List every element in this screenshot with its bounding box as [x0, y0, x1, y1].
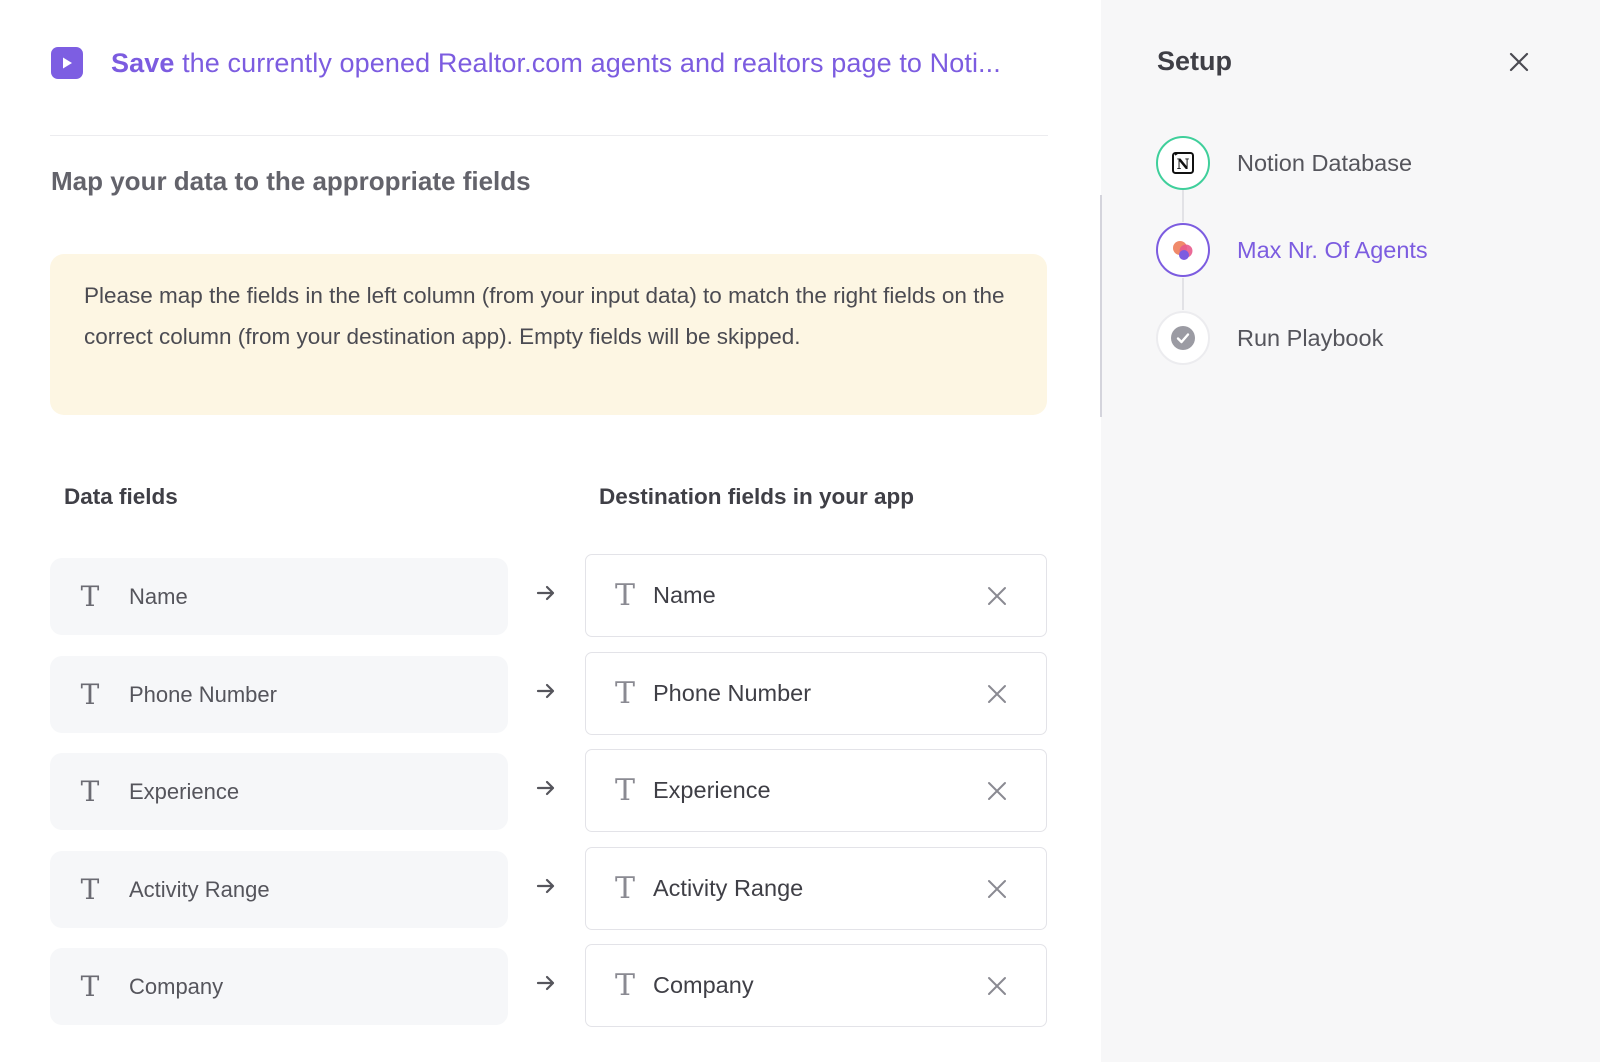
destination-field[interactable]: T Company — [585, 944, 1047, 1027]
notion-icon: N — [1156, 136, 1210, 190]
sidebar-divider — [1100, 195, 1102, 417]
source-field: T Activity Range — [50, 851, 508, 928]
step-label: Run Playbook — [1237, 324, 1384, 351]
destination-field[interactable]: T Phone Number — [585, 652, 1047, 735]
text-type-icon: T — [80, 775, 100, 808]
destination-field-label: Name — [653, 582, 716, 608]
source-field: T Company — [50, 948, 508, 1025]
input-icon — [1156, 223, 1210, 277]
text-type-icon: T — [80, 580, 100, 613]
main-panel: Save the currently opened Realtor.com ag… — [0, 0, 1101, 1062]
setup-title: Setup — [1157, 46, 1233, 76]
mapping-row: T Phone Number T Phone Number — [0, 652, 1101, 736]
destination-field[interactable]: T Experience — [585, 749, 1047, 832]
arrow-right-icon — [536, 780, 555, 796]
svg-text:N: N — [1177, 157, 1190, 173]
destination-field-label: Activity Range — [653, 875, 804, 901]
arrow-right-icon — [536, 975, 555, 991]
destination-field[interactable]: T Name — [585, 554, 1047, 637]
mapping-row: T Experience T Experience — [0, 749, 1101, 833]
source-field: T Name — [50, 558, 508, 635]
mapping-row: T Activity Range T Activity Range — [0, 847, 1101, 931]
source-field: T Experience — [50, 753, 508, 830]
arrow-right-icon — [536, 683, 555, 699]
text-type-icon: T — [614, 578, 635, 613]
check-icon — [1156, 311, 1210, 365]
play-icon[interactable] — [51, 47, 83, 79]
step-label: Max Nr. Of Agents — [1237, 236, 1428, 263]
source-field: T Phone Number — [50, 656, 508, 733]
text-type-icon: T — [614, 871, 635, 906]
destination-field[interactable]: T Activity Range — [585, 847, 1047, 930]
text-type-icon: T — [80, 970, 100, 1003]
arrow-right-icon — [536, 585, 555, 601]
clear-icon[interactable] — [986, 683, 1008, 705]
source-field-label: Name — [129, 583, 188, 609]
text-type-icon: T — [614, 773, 635, 808]
destination-fields-header: Destination fields in your app — [599, 484, 915, 509]
arrow-right-icon — [536, 878, 555, 894]
header-divider — [50, 135, 1048, 136]
step-notion-database[interactable]: N Notion Database — [1156, 135, 1576, 191]
source-field-label: Phone Number — [129, 681, 277, 707]
mapping-notice: Please map the fields in the left column… — [50, 254, 1047, 415]
clear-icon[interactable] — [986, 585, 1008, 607]
data-fields-header: Data fields — [64, 484, 178, 509]
step-connector — [1182, 278, 1184, 310]
playbook-title: Save the currently opened Realtor.com ag… — [111, 48, 1051, 79]
source-field-label: Company — [129, 973, 224, 999]
text-type-icon: T — [80, 873, 100, 906]
title-rest: the currently opened Realtor.com agents … — [182, 47, 1001, 78]
clear-icon[interactable] — [986, 780, 1008, 802]
source-field-label: Experience — [129, 778, 240, 804]
mapping-row: T Name T Name — [0, 554, 1101, 638]
step-connector — [1182, 190, 1184, 222]
destination-field-label: Phone Number — [653, 680, 812, 706]
title-action: Save — [111, 47, 175, 78]
step-label: Notion Database — [1237, 149, 1413, 176]
playbook-header: Save the currently opened Realtor.com ag… — [51, 44, 1051, 82]
close-icon[interactable] — [1507, 50, 1531, 74]
text-type-icon: T — [614, 676, 635, 711]
step-max-nr-of-agents[interactable]: Max Nr. Of Agents — [1156, 222, 1576, 278]
text-type-icon: T — [614, 968, 635, 1003]
source-field-label: Activity Range — [129, 876, 270, 902]
destination-field-label: Company — [653, 972, 754, 998]
clear-icon[interactable] — [986, 975, 1008, 997]
step-run-playbook[interactable]: Run Playbook — [1156, 310, 1576, 366]
section-title: Map your data to the appropriate fields — [51, 166, 531, 196]
mapping-row: T Company T Company — [0, 944, 1101, 1028]
clear-icon[interactable] — [986, 878, 1008, 900]
text-type-icon: T — [80, 678, 100, 711]
destination-field-label: Experience — [653, 777, 771, 803]
